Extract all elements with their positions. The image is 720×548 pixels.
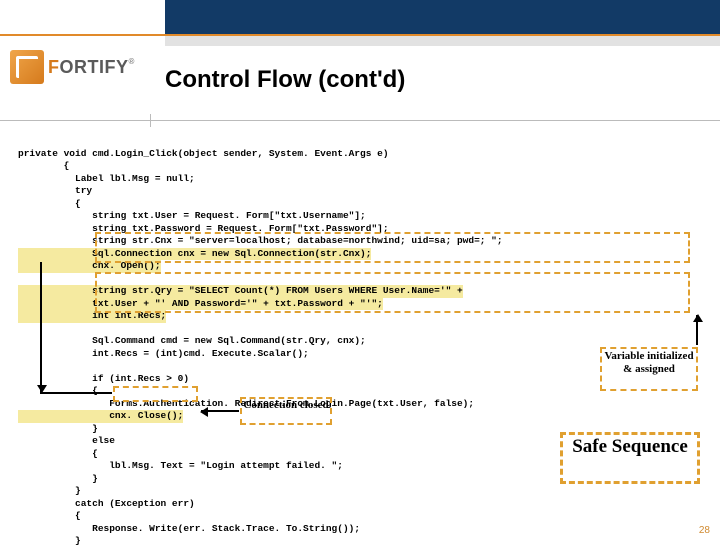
code-line: try — [18, 185, 92, 196]
logo-registered: ® — [129, 57, 135, 66]
logo-text-rest: ORTIFY — [60, 57, 129, 77]
code-line: { — [18, 510, 81, 521]
annotation-box-vars — [95, 232, 690, 263]
arrow-var-up — [696, 315, 698, 345]
header-blue-bar — [165, 0, 720, 34]
fortify-logo: FORTIFY® — [10, 50, 135, 84]
code-line: { — [18, 448, 98, 459]
code-line: catch (Exception err) — [18, 498, 195, 509]
code-line: private void cmd.Login_Click(object send… — [18, 148, 389, 159]
code-line: } — [18, 423, 98, 434]
title-rule — [0, 120, 720, 121]
code-line: lbl.Msg. Text = "Login attempt failed. "… — [18, 460, 343, 471]
slide-number: 28 — [699, 525, 710, 536]
code-line: if (int.Recs > 0) — [18, 373, 189, 384]
logo-icon — [10, 50, 44, 84]
code-line: int.Recs = (int)cmd. Execute.Scalar(); — [18, 348, 309, 359]
label-variable-initialized: Variable initialized & assigned — [602, 350, 696, 376]
annotation-box-query — [95, 272, 690, 313]
label-connection-closed: Connection closed — [242, 399, 330, 411]
code-line: Response. Write(err. Stack.Trace. To.Str… — [18, 523, 360, 534]
code-line: { — [18, 385, 98, 396]
arrow-flow-down — [40, 262, 42, 392]
arrow-close-to-label — [201, 410, 239, 412]
code-line: { — [18, 160, 69, 171]
code-line: else — [18, 435, 115, 446]
code-block: private void cmd.Login_Click(object send… — [18, 135, 708, 548]
code-line: } — [18, 485, 81, 496]
code-line: string txt.User = Request. Form["txt.Use… — [18, 210, 366, 221]
code-line: } — [18, 473, 98, 484]
annotation-box-close — [113, 386, 198, 402]
arrow-flow-right — [40, 392, 112, 394]
code-line: Label lbl.Msg = null; — [18, 173, 195, 184]
title-rule-sep — [150, 114, 151, 127]
slide-title: Control Flow (cont'd) — [165, 66, 405, 94]
code-line: Sql.Command cmd = new Sql.Command(str.Qr… — [18, 335, 366, 346]
logo-text-prefix: F — [48, 57, 60, 77]
code-line: } — [18, 535, 81, 546]
header-orange-rule — [0, 34, 720, 36]
label-safe-sequence: Safe Sequence — [562, 436, 698, 458]
code-line: cnx. Close(); — [18, 410, 183, 423]
logo-text: FORTIFY® — [48, 57, 135, 78]
code-line: { — [18, 198, 81, 209]
